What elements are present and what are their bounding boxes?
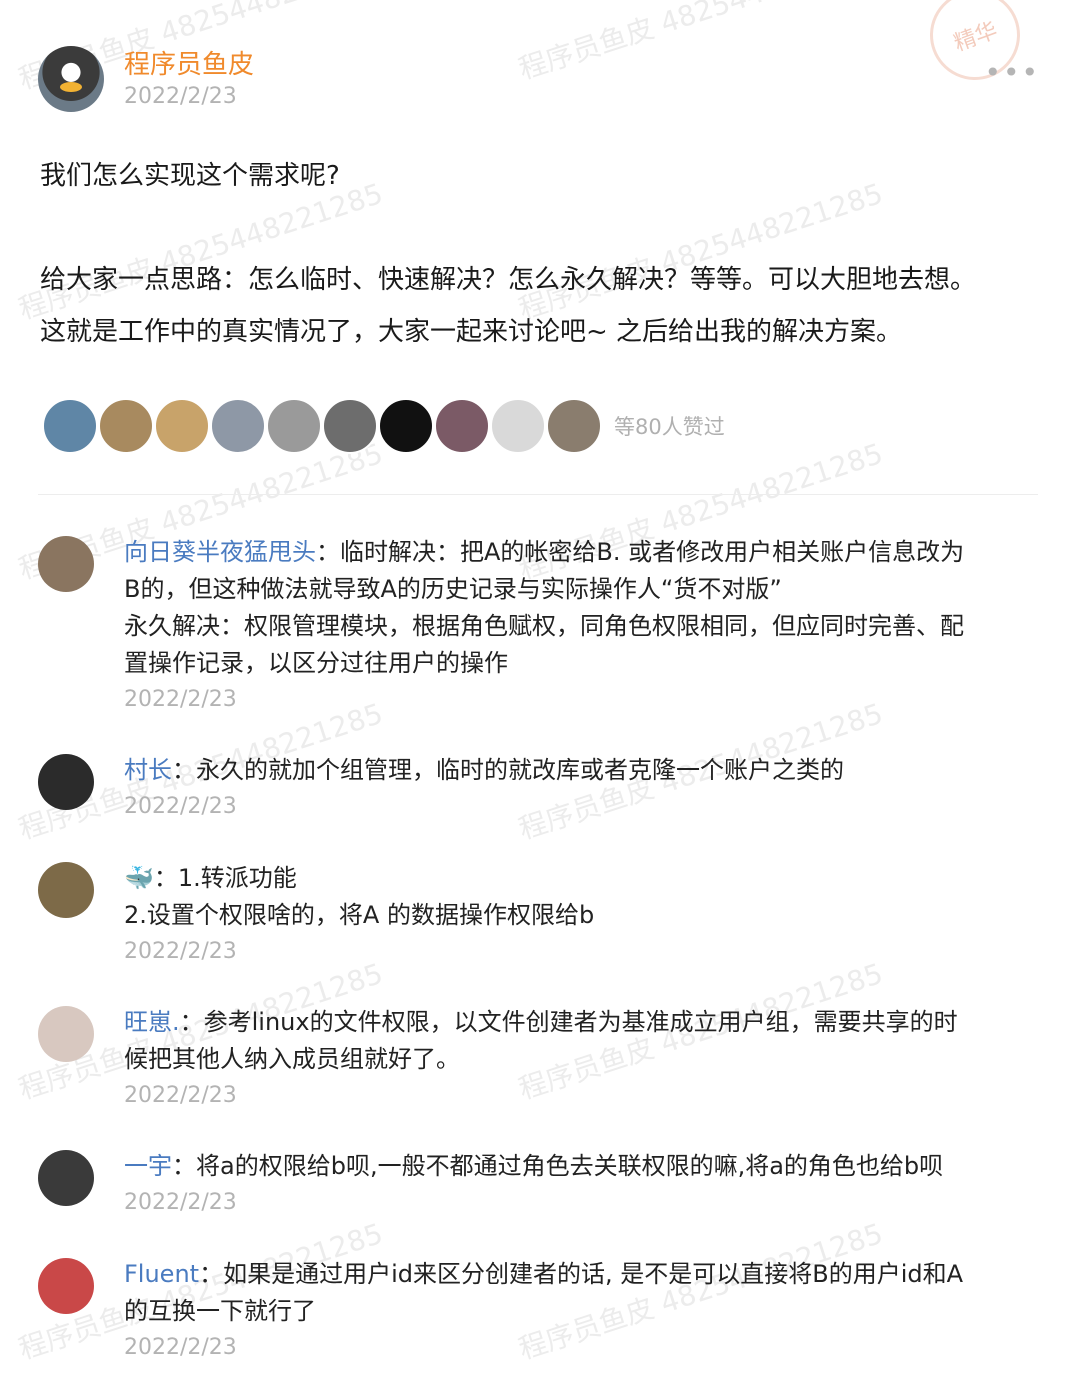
comment-item: 旺崽.：参考linux的文件权限，以文件创建者为基准成立用户组，需要共享的时候把… xyxy=(38,1004,1038,1114)
liker-avatar[interactable] xyxy=(154,398,210,454)
comment-line: 永久解决：权限管理模块，根据角色赋权，同角色权限相同，但应同时完善、配 xyxy=(124,612,964,640)
post-author: 程序员鱼皮 2022/2/23 xyxy=(38,46,254,112)
post-text-line: 我们怎么实现这个需求呢? xyxy=(40,161,340,191)
comment-separator: ： xyxy=(316,538,340,566)
comment-text: 村长：永久的就加个组管理，临时的就改库或者克隆一个账户之类的 xyxy=(124,752,1034,789)
comment-line: 永久的就加个组管理，临时的就改库或者克隆一个账户之类的 xyxy=(196,756,844,784)
commenter-avatar[interactable] xyxy=(38,1006,94,1062)
liker-avatar[interactable] xyxy=(42,398,98,454)
comment-text: 🐳：1.转派功能 2.设置个权限啥的，将A 的数据操作权限给b xyxy=(124,860,1034,934)
commenter-name[interactable]: Fluent xyxy=(124,1260,199,1288)
comment-separator: ： xyxy=(179,1008,204,1036)
likes-row[interactable]: 等80人赞过 xyxy=(42,398,725,454)
comment-line: B的，但这种做法就导致A的历史记录与实际操作人“货不对版” xyxy=(124,575,782,603)
commenter-avatar[interactable] xyxy=(38,1150,94,1206)
comment-item: 向日葵半夜猛甩头：临时解决：把A的帐密给B. 或者修改用户相关账户信息改为 B的，… xyxy=(38,534,1038,718)
commenter-name[interactable]: 🐳 xyxy=(124,864,154,892)
comment-line: 候把其他人纳入成员组就好了。 xyxy=(124,1045,460,1073)
comment-separator: ： xyxy=(172,1152,196,1180)
comment-separator: ： xyxy=(199,1260,224,1288)
like-avatars xyxy=(42,398,602,454)
author-avatar[interactable] xyxy=(38,46,104,112)
comment-separator: ： xyxy=(172,756,196,784)
liker-avatar[interactable] xyxy=(266,398,322,454)
watermark: 程序员鱼皮 4825448221285 xyxy=(514,176,887,326)
comment-line: 1.转派功能 xyxy=(177,864,297,892)
author-name[interactable]: 程序员鱼皮 xyxy=(124,48,254,82)
liker-avatar[interactable] xyxy=(490,398,546,454)
commenter-name[interactable]: 一宇 xyxy=(124,1152,172,1180)
comment-line: 将a的权限给b呗,一般不都通过角色去关联权限的嘛,将a的角色也给b呗 xyxy=(196,1152,944,1180)
commenter-name[interactable]: 向日葵半夜猛甩头 xyxy=(124,538,316,566)
comment-item: 一宇：将a的权限给b呗,一般不都通过角色去关联权限的嘛,将a的角色也给b呗 202… xyxy=(38,1148,1038,1221)
commenter-name[interactable]: 村长 xyxy=(124,756,172,784)
liker-avatar[interactable] xyxy=(434,398,490,454)
comment-date: 2022/2/23 xyxy=(124,1335,237,1360)
comment-text: 向日葵半夜猛甩头：临时解决：把A的帐密给B. 或者修改用户相关账户信息改为 B的，… xyxy=(124,534,1034,682)
comment-item: 🐳：1.转派功能 2.设置个权限啥的，将A 的数据操作权限给b 2022/2/23 xyxy=(38,860,1038,970)
more-options-icon[interactable]: ••• xyxy=(984,56,1040,89)
commenter-avatar[interactable] xyxy=(38,862,94,918)
comment-item: Fluent：如果是通过用户id来区分创建者的话, 是不是可以直接将B的用户id… xyxy=(38,1256,1038,1366)
liker-avatar[interactable] xyxy=(546,398,602,454)
commenter-avatar[interactable] xyxy=(38,754,94,810)
comment-text: Fluent：如果是通过用户id来区分创建者的话, 是不是可以直接将B的用户id… xyxy=(124,1256,1034,1330)
commenter-avatar[interactable] xyxy=(38,1258,94,1314)
watermark: 程序员鱼皮 4825448221285 xyxy=(514,0,887,86)
post-date: 2022/2/23 xyxy=(124,84,237,109)
commenter-avatar[interactable] xyxy=(38,536,94,592)
commenter-name[interactable]: 旺崽. xyxy=(124,1008,180,1036)
divider xyxy=(38,494,1038,495)
comment-date: 2022/2/23 xyxy=(124,687,237,712)
comment-date: 2022/2/23 xyxy=(124,794,237,819)
comment-date: 2022/2/23 xyxy=(124,1083,237,1108)
comment-date: 2022/2/23 xyxy=(124,939,237,964)
comment-line: 如果是通过用户id来区分创建者的话, 是不是可以直接将B的用户id和A xyxy=(223,1260,964,1288)
liker-avatar[interactable] xyxy=(378,398,434,454)
comment-line: 置操作记录，以区分过往用户的操作 xyxy=(124,649,508,677)
comment-line: 2.设置个权限啥的，将A 的数据操作权限给b xyxy=(124,901,595,929)
post-text-line: 这就是工作中的真实情况了，大家一起来讨论吧~ 之后给出我的解决方案。 xyxy=(40,317,903,347)
comment-separator: ： xyxy=(153,864,178,892)
liker-avatar[interactable] xyxy=(322,398,378,454)
comment-text: 旺崽.：参考linux的文件权限，以文件创建者为基准成立用户组，需要共享的时候把… xyxy=(124,1004,1034,1078)
comment-line: 参考linux的文件权限，以文件创建者为基准成立用户组，需要共享的时 xyxy=(203,1008,958,1036)
post-text-line: 给大家一点思路：怎么临时、快速解决？怎么永久解决？等等。可以大胆地去想。 xyxy=(40,265,977,295)
comment-date: 2022/2/23 xyxy=(124,1190,237,1215)
comment-item: 村长：永久的就加个组管理，临时的就改库或者克隆一个账户之类的 2022/2/23 xyxy=(38,752,1038,825)
comment-line: 的互换一下就行了 xyxy=(124,1297,316,1325)
comment-line: 临时解决：把A的帐密给B. 或者修改用户相关账户信息改为 xyxy=(340,538,965,566)
likes-count[interactable]: 等80人赞过 xyxy=(614,411,725,441)
liker-avatar[interactable] xyxy=(98,398,154,454)
liker-avatar[interactable] xyxy=(210,398,266,454)
comment-text: 一宇：将a的权限给b呗,一般不都通过角色去关联权限的嘛,将a的角色也给b呗 xyxy=(124,1148,1034,1185)
